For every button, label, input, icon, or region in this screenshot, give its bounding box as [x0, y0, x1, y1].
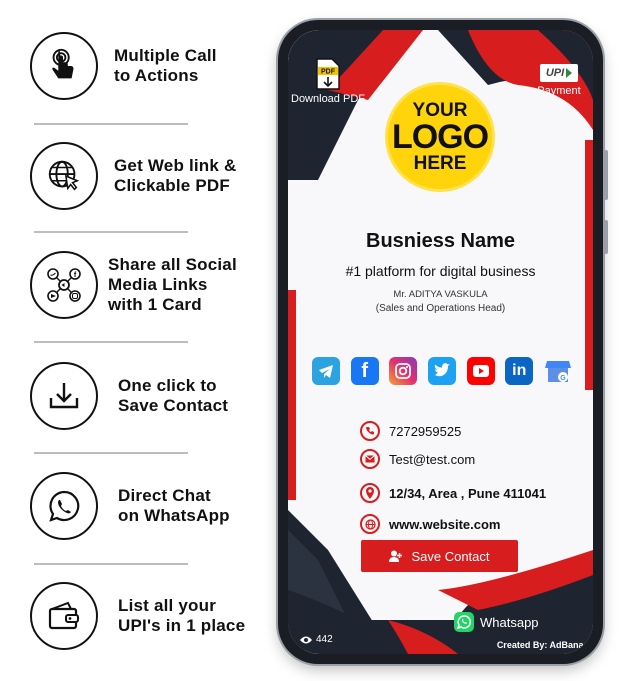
feature-label: List all your UPI's in 1 place	[118, 596, 246, 635]
upi-arrow-icon	[566, 68, 573, 78]
email-icon	[360, 449, 380, 469]
phone-number: 7272959525	[389, 423, 462, 439]
divider	[34, 123, 188, 125]
person-name: Mr. ADITYA VASKULA	[393, 289, 488, 300]
email-address: Test@test.com	[389, 451, 476, 467]
phone-volume-button	[604, 150, 608, 200]
address-text: 12/34, Area , Pune 411041	[389, 485, 547, 501]
globe-cursor-icon	[48, 160, 80, 191]
whatsapp-button[interactable]: Whatsapp	[454, 612, 539, 632]
pdf-file-icon: PDF	[316, 58, 340, 90]
phone-icon	[360, 421, 380, 441]
svg-text:G: G	[560, 375, 566, 382]
feature-icon-circle	[30, 472, 98, 540]
linkedin-icon[interactable]: in	[505, 357, 534, 385]
divider	[34, 452, 188, 454]
business-logo-placeholder: YOUR LOGO HERE	[385, 82, 495, 192]
save-contact-label: Save Contact	[411, 548, 490, 564]
youtube-icon[interactable]	[466, 357, 495, 385]
feature-call-to-actions: Multiple Call to Actions	[30, 31, 270, 101]
facebook-icon[interactable]: f	[350, 357, 379, 385]
wallet-icon	[48, 601, 79, 630]
feature-label: One click to Save Contact	[118, 376, 229, 415]
feature-icon-circle	[30, 582, 98, 650]
website-url: www.website.com	[389, 516, 501, 532]
divider	[34, 341, 188, 343]
tap-hand-icon	[52, 48, 74, 79]
feature-list: Multiple Call to Actions Get Web link & …	[0, 0, 270, 681]
phone-power-button	[604, 220, 608, 254]
feature-label: Multiple Call to Actions	[114, 46, 217, 85]
location-pin-icon	[360, 483, 380, 503]
svg-text:PDF: PDF	[321, 69, 336, 76]
phone-mockup: PDF Download PDF UPI Payment YOUR LOGO H…	[278, 20, 608, 664]
feature-icon-circle	[30, 362, 98, 430]
save-contact-button[interactable]: Save Contact	[361, 540, 518, 572]
contact-website[interactable]: www.website.com	[360, 513, 501, 535]
download-icon	[49, 383, 79, 409]
feature-icon-circle	[30, 32, 98, 100]
contact-phone[interactable]: 7272959525	[360, 420, 461, 442]
feature-save-contact: One click to Save Contact	[30, 361, 270, 431]
twitter-icon[interactable]	[427, 357, 456, 385]
google-business-icon[interactable]: G	[544, 357, 572, 385]
view-count: 442	[300, 634, 333, 645]
feature-whatsapp-chat: Direct Chat on WhatsApp	[30, 471, 270, 541]
svg-text:f: f	[74, 272, 77, 279]
contact-email[interactable]: Test@test.com	[360, 448, 475, 470]
instagram-icon[interactable]	[389, 357, 418, 385]
feature-label: Get Web link & Clickable PDF	[114, 156, 237, 195]
payment-button[interactable]: UPI Payment	[531, 58, 587, 97]
business-card: PDF Download PDF UPI Payment YOUR LOGO H…	[288, 30, 593, 654]
divider	[34, 563, 188, 565]
created-by-credit: Created By: AdBanao	[496, 640, 589, 650]
upi-logo: UPI	[540, 64, 578, 82]
feature-web-link-pdf: Get Web link & Clickable PDF	[30, 141, 270, 211]
contact-address[interactable]: 12/34, Area , Pune 411041	[360, 482, 546, 504]
feature-icon-circle: f	[30, 251, 98, 319]
download-pdf-label: Download PDF	[291, 93, 365, 105]
social-share-icon: f	[47, 268, 81, 302]
feature-icon-circle	[30, 142, 98, 210]
divider	[34, 231, 188, 233]
phone-screen: PDF Download PDF UPI Payment YOUR LOGO H…	[288, 30, 593, 654]
social-links: f in G	[312, 357, 572, 385]
payment-label: Payment	[537, 85, 581, 97]
business-name: Busniess Name	[366, 230, 515, 252]
feature-social-links: f Share all Social Media Links with 1 Ca…	[30, 250, 270, 320]
feature-label: Direct Chat on WhatsApp	[118, 486, 230, 525]
whatsapp-label: Whatsapp	[480, 614, 539, 630]
add-user-icon	[389, 550, 403, 562]
person-role: (Sales and Operations Head)	[375, 303, 506, 314]
whatsapp-icon	[49, 490, 80, 522]
whatsapp-icon	[454, 612, 474, 632]
website-globe-icon	[360, 514, 380, 534]
feature-upi-list: List all your UPI's in 1 place	[30, 581, 270, 651]
download-pdf-button[interactable]: PDF Download PDF	[290, 58, 366, 105]
eye-icon	[300, 636, 312, 643]
business-tagline: #1 platform for digital business	[345, 263, 536, 279]
telegram-icon[interactable]	[312, 357, 340, 385]
feature-label: Share all Social Media Links with 1 Card	[108, 255, 237, 314]
